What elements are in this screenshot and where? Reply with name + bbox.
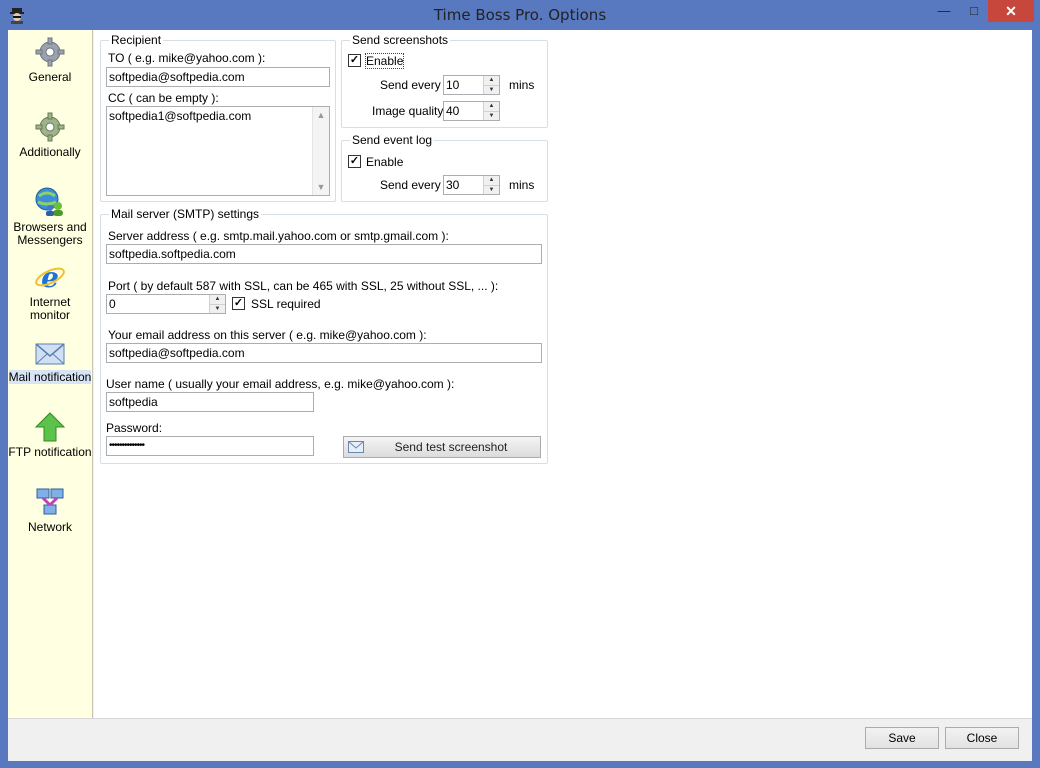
stepper-up-icon[interactable]: ▲ xyxy=(484,76,499,85)
sidebar-item-label: Internet monitor xyxy=(29,295,71,322)
smtp-group-title: Mail server (SMTP) settings xyxy=(109,207,262,221)
maximize-button[interactable]: □ xyxy=(960,0,988,22)
event-log-enable-checkbox[interactable]: ✓ xyxy=(348,155,361,168)
screenshots-interval-stepper[interactable]: 10 ▲ ▼ xyxy=(443,75,500,95)
sidebar-item-browsers[interactable]: Browsers and Messengers xyxy=(8,186,92,247)
to-label: TO ( e.g. mike@yahoo.com ): xyxy=(108,51,266,65)
image-quality-value: 40 xyxy=(446,104,460,118)
sidebar-item-internet-monitor[interactable]: e Internet monitor xyxy=(8,261,92,322)
ssl-required-label[interactable]: SSL required xyxy=(251,297,321,311)
to-field[interactable]: softpedia@softpedia.com xyxy=(106,67,330,87)
cc-value: softpedia1@softpedia.com xyxy=(109,109,252,123)
send-event-log-group: Send event log ✓ Enable Send every 30 ▲ ▼… xyxy=(341,133,548,202)
envelope-icon xyxy=(348,441,364,453)
sidebar: General Additionally Browsers and Messen… xyxy=(8,30,93,718)
event-log-mins-label: mins xyxy=(509,178,535,192)
send-screenshots-group: Send screenshots ✓ Enable Send every 10 … xyxy=(341,33,548,128)
ie-icon: e xyxy=(35,261,65,293)
event-log-interval-stepper[interactable]: 30 ▲ ▼ xyxy=(443,175,500,195)
options-window: Time Boss Pro. Options — □ ✕ General Add… xyxy=(0,0,1040,768)
network-icon xyxy=(36,488,64,515)
settings-panel: Recipient TO ( e.g. mike@yahoo.com ): so… xyxy=(94,30,1032,718)
minimize-button[interactable]: — xyxy=(930,0,958,22)
port-value: 0 xyxy=(109,297,116,311)
globe-users-icon xyxy=(35,187,63,216)
gear-icon xyxy=(35,37,65,67)
screenshots-send-every-label: Send every xyxy=(380,78,441,92)
sidebar-item-label: Mail notification xyxy=(8,370,92,384)
screenshots-enable-label[interactable]: Enable xyxy=(364,53,405,69)
window-title: Time Boss Pro. Options xyxy=(433,6,607,24)
sidebar-item-network[interactable]: Network xyxy=(8,486,92,534)
screenshots-interval-value: 10 xyxy=(446,78,460,92)
close-button[interactable]: Close xyxy=(945,727,1019,749)
port-stepper[interactable]: 0 ▲ ▼ xyxy=(106,294,226,314)
stepper-up-icon[interactable]: ▲ xyxy=(210,295,225,304)
title-bar[interactable]: Time Boss Pro. Options — □ ✕ xyxy=(0,0,1040,30)
dialog-footer: Save Close xyxy=(8,718,1032,761)
stepper-down-icon[interactable]: ▼ xyxy=(210,304,225,313)
cc-field[interactable]: softpedia1@softpedia.com ▲ ▼ xyxy=(106,106,330,196)
sidebar-item-label: Additionally xyxy=(19,145,81,159)
event-log-enable-label[interactable]: Enable xyxy=(366,155,403,169)
save-button[interactable]: Save xyxy=(865,727,939,749)
username-label: User name ( usually your email address, … xyxy=(106,377,455,391)
send-screenshots-title: Send screenshots xyxy=(350,33,451,47)
stepper-up-icon[interactable]: ▲ xyxy=(484,176,499,185)
sidebar-item-label: General xyxy=(28,70,72,84)
password-field[interactable]: •••••••••••••• xyxy=(106,436,314,456)
stepper-up-icon[interactable]: ▲ xyxy=(484,102,499,111)
svg-text:e: e xyxy=(41,261,59,293)
sidebar-item-additionally[interactable]: Additionally xyxy=(8,111,92,159)
email-address-label: Your email address on this server ( e.g.… xyxy=(108,328,427,342)
sidebar-item-label: FTP notification xyxy=(8,445,92,459)
stepper-down-icon[interactable]: ▼ xyxy=(484,111,499,120)
send-test-screenshot-button[interactable]: Send test screenshot xyxy=(343,436,541,458)
port-label: Port ( by default 587 with SSL, can be 4… xyxy=(108,279,499,293)
server-address-label: Server address ( e.g. smtp.mail.yahoo.co… xyxy=(108,229,449,243)
smtp-settings-group: Mail server (SMTP) settings Server addre… xyxy=(100,207,548,464)
stepper-arrows[interactable]: ▲ ▼ xyxy=(483,102,499,120)
scroll-up-icon[interactable]: ▲ xyxy=(313,107,329,123)
recipient-group-title: Recipient xyxy=(109,33,164,47)
server-address-field[interactable]: softpedia.softpedia.com xyxy=(106,244,542,264)
scroll-down-icon[interactable]: ▼ xyxy=(313,179,329,195)
send-test-screenshot-label: Send test screenshot xyxy=(394,440,508,454)
stepper-down-icon[interactable]: ▼ xyxy=(484,185,499,194)
event-log-send-every-label: Send every xyxy=(380,178,441,192)
stepper-down-icon[interactable]: ▼ xyxy=(484,85,499,94)
username-field[interactable]: softpedia xyxy=(106,392,314,412)
recipient-group: Recipient TO ( e.g. mike@yahoo.com ): so… xyxy=(100,33,336,202)
sidebar-item-label: Network xyxy=(27,520,72,534)
up-arrow-icon xyxy=(34,412,66,442)
stepper-arrows[interactable]: ▲ ▼ xyxy=(483,176,499,194)
event-log-interval-value: 30 xyxy=(446,178,460,192)
cc-scrollbar[interactable]: ▲ ▼ xyxy=(312,107,329,195)
screenshots-enable-checkbox[interactable]: ✓ xyxy=(348,54,361,67)
cc-label: CC ( can be empty ): xyxy=(108,91,219,105)
close-window-button[interactable]: ✕ xyxy=(988,0,1034,22)
screenshots-mins-label: mins xyxy=(509,78,535,92)
sidebar-item-label: Browsers and Messengers xyxy=(13,220,87,247)
image-quality-label: Image quality xyxy=(372,104,444,118)
stepper-arrows[interactable]: ▲ ▼ xyxy=(483,76,499,94)
envelope-icon xyxy=(35,343,65,365)
client-area: General Additionally Browsers and Messen… xyxy=(8,30,1032,761)
gear-green-icon xyxy=(35,112,65,142)
image-quality-stepper[interactable]: 40 ▲ ▼ xyxy=(443,101,500,121)
sidebar-item-general[interactable]: General xyxy=(8,36,92,84)
password-label: Password: xyxy=(106,421,163,435)
stepper-arrows[interactable]: ▲ ▼ xyxy=(209,295,225,313)
email-address-field[interactable]: softpedia@softpedia.com xyxy=(106,343,542,363)
send-event-log-title: Send event log xyxy=(350,133,435,147)
sidebar-item-mail-notification[interactable]: Mail notification xyxy=(8,336,92,384)
sidebar-item-ftp-notification[interactable]: FTP notification xyxy=(8,411,92,459)
ssl-required-checkbox[interactable]: ✓ xyxy=(232,297,245,310)
